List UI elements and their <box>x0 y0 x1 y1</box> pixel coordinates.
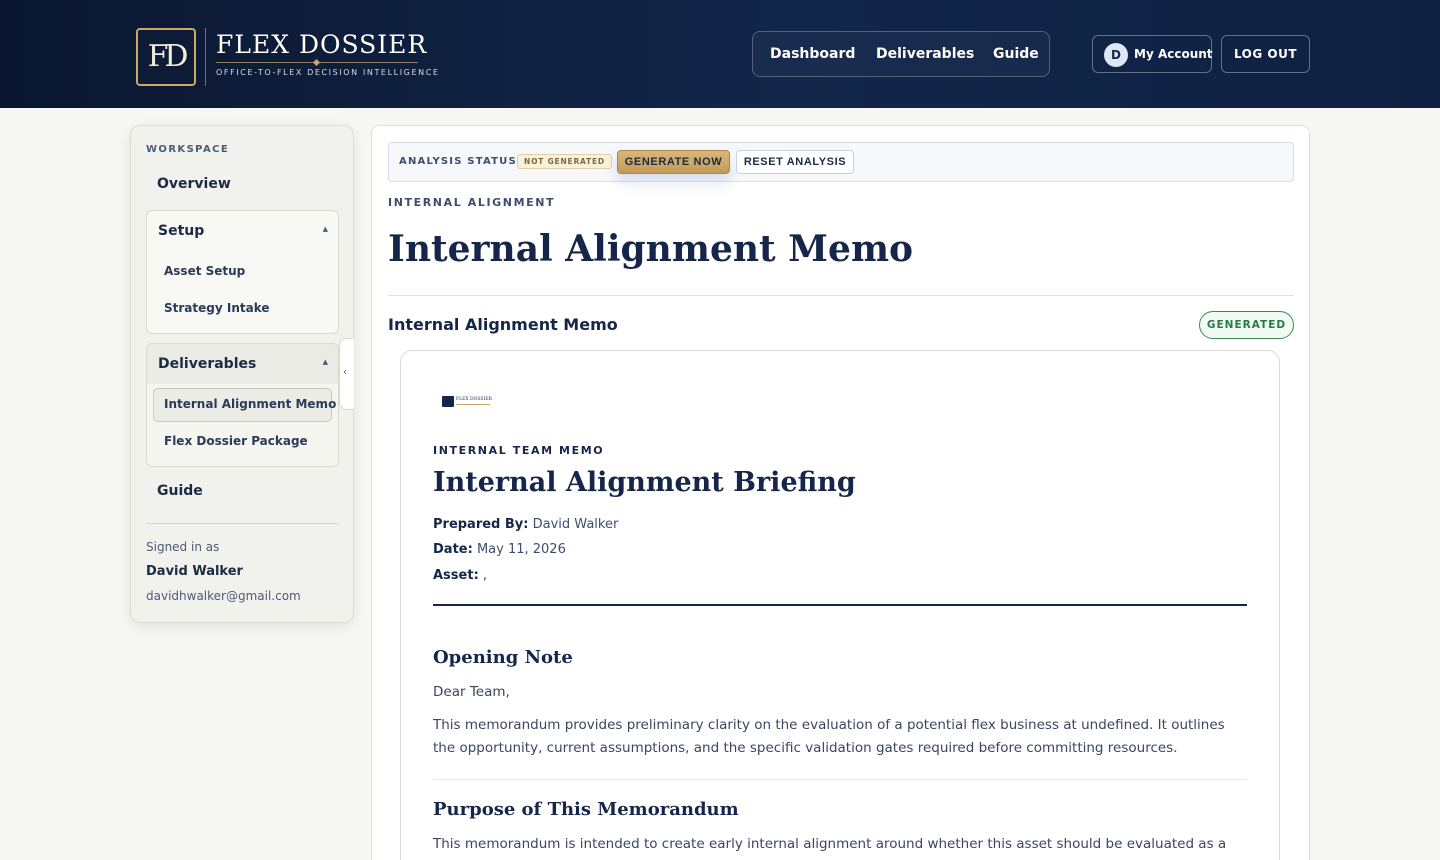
my-account-label: My Account <box>1134 47 1213 61</box>
sidebar-group-deliverables: Deliverables ▲ Internal Alignment Memo F… <box>146 343 339 467</box>
main-panel: ANALYSIS STATUS NOT GENERATED GENERATE N… <box>371 125 1310 860</box>
memo-asset: Asset: , <box>433 568 487 583</box>
date-label: Date: <box>433 542 473 557</box>
sidebar-item-flex-dossier-package[interactable]: Flex Dossier Package <box>164 434 308 448</box>
opening-note-body: This memorandum provides preliminary cla… <box>433 717 1225 756</box>
top-header: FD FLEX DOSSIER OFFICE-TO-FLEX DECISION … <box>0 0 1440 108</box>
logo-divider <box>205 28 206 86</box>
brand-name[interactable]: FLEX DOSSIER <box>216 30 427 59</box>
sidebar-group-deliverables-toggle[interactable]: Deliverables <box>158 356 256 372</box>
reset-analysis-button[interactable]: RESET ANALYSIS <box>736 150 854 174</box>
signed-in-user-email: davidhwalker@gmail.com <box>146 589 301 603</box>
sidebar-item-strategy-intake[interactable]: Strategy Intake <box>164 301 270 315</box>
signed-in-label: Signed in as <box>146 540 220 554</box>
logout-button[interactable]: LOG OUT <box>1221 35 1310 73</box>
memo-date: Date: May 11, 2026 <box>433 542 566 557</box>
asset-value: , <box>482 568 488 583</box>
brand-rule <box>216 62 418 63</box>
main-nav: Dashboard Deliverables Guide <box>752 31 1050 77</box>
purpose-body: This memorandum is intended to create ea… <box>433 836 1227 852</box>
chevron-left-icon: ‹ <box>343 367 347 378</box>
workspace-label: WORKSPACE <box>146 144 230 155</box>
memo-title: Internal Alignment Briefing <box>433 467 856 498</box>
generate-now-button[interactable]: GENERATE NOW <box>617 150 730 174</box>
purpose-heading: Purpose of This Memorandum <box>433 799 739 820</box>
sidebar-item-internal-alignment-memo[interactable]: Internal Alignment Memo <box>164 397 336 411</box>
avatar: D <box>1104 43 1128 67</box>
signed-in-user-name: David Walker <box>146 564 243 579</box>
status-badge-not-generated: NOT GENERATED <box>517 154 612 169</box>
sidebar-group-setup-toggle[interactable]: Setup <box>158 223 204 239</box>
memo-section-divider <box>433 779 1247 780</box>
sidebar-item-guide[interactable]: Guide <box>157 483 203 499</box>
sidebar-divider <box>146 523 339 524</box>
sidebar: WORKSPACE Overview Setup ▲ Asset Setup S… <box>130 125 354 623</box>
brand-logo-mark[interactable]: FD <box>136 28 196 86</box>
memo-logo-text: FLEX DOSSIER <box>456 397 492 402</box>
memo-document: FLEX DOSSIER INTERNAL TEAM MEMO Internal… <box>400 350 1280 860</box>
caret-up-icon[interactable]: ▲ <box>323 358 328 366</box>
my-account-button[interactable]: D My Account <box>1092 35 1213 73</box>
brand-tagline: OFFICE-TO-FLEX DECISION INTELLIGENCE <box>216 68 440 77</box>
nav-guide[interactable]: Guide <box>993 46 1039 62</box>
sidebar-item-asset-setup[interactable]: Asset Setup <box>164 264 245 278</box>
prepared-by-label: Prepared By: <box>433 517 529 532</box>
memo-eyebrow: INTERNAL TEAM MEMO <box>433 444 605 457</box>
sidebar-group-setup: Setup ▲ Asset Setup Strategy Intake <box>146 210 339 334</box>
prepared-by-value: David Walker <box>532 517 619 532</box>
sidebar-collapse-toggle[interactable]: ‹ <box>339 338 354 410</box>
title-divider <box>388 295 1294 296</box>
nav-dashboard[interactable]: Dashboard <box>770 46 855 62</box>
opening-note-heading: Opening Note <box>433 647 573 668</box>
nav-deliverables[interactable]: Deliverables <box>876 46 974 62</box>
memo-salutation: Dear Team, <box>433 684 510 700</box>
caret-up-icon[interactable]: ▲ <box>323 225 328 233</box>
page-eyebrow: INTERNAL ALIGNMENT <box>388 196 556 209</box>
section-title: Internal Alignment Memo <box>388 315 618 334</box>
analysis-status-bar: ANALYSIS STATUS NOT GENERATED GENERATE N… <box>388 142 1294 182</box>
asset-label: Asset: <box>433 568 479 583</box>
sidebar-item-overview[interactable]: Overview <box>157 176 231 192</box>
memo-prepared-by: Prepared By: David Walker <box>433 517 618 532</box>
memo-header-rule <box>433 604 1247 606</box>
memo-logo-icon <box>442 396 454 407</box>
date-value: May 11, 2026 <box>476 542 566 557</box>
analysis-status-label: ANALYSIS STATUS <box>399 156 517 167</box>
status-badge-generated: GENERATED <box>1199 311 1294 339</box>
memo-logo-rule <box>456 404 490 405</box>
page-title: Internal Alignment Memo <box>388 228 914 270</box>
